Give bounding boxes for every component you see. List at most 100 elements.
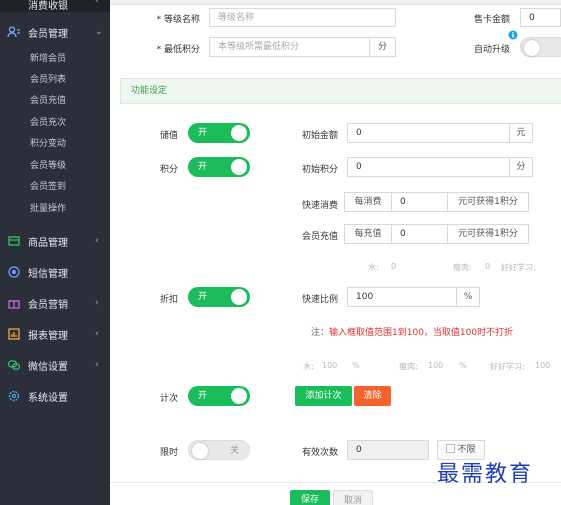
product-value: 100: [428, 361, 444, 370]
toggle-knob: [231, 388, 247, 404]
member-recharge-input[interactable]: 0: [391, 224, 448, 244]
sidebar-item-sms[interactable]: 短信管理: [0, 262, 110, 282]
section-feature-settings: 功能设定: [120, 78, 561, 104]
main-content: * 等级名称 等级名称 售卡金额 0 * 最低积分 本等级所需最低积分 分 自动…: [110, 0, 561, 505]
chevron-left-icon: ‹: [95, 0, 99, 6]
toggle-text: 开: [198, 391, 208, 401]
count-toggle[interactable]: 开: [188, 386, 250, 406]
time-limit-toggle[interactable]: 关: [188, 440, 250, 460]
quick-consume-label: 快速消费: [301, 201, 338, 211]
product-name: 好好学习:: [501, 263, 536, 272]
product-name: 水:: [303, 362, 314, 371]
toggle-knob: [231, 159, 247, 175]
product-value: 100: [535, 361, 551, 370]
card-amount-label: 售卡金额: [473, 15, 510, 25]
init-amount-label: 初始金额: [301, 131, 338, 141]
product-name: 瘦肉:: [453, 263, 472, 272]
clear-button[interactable]: 清除: [354, 386, 391, 406]
init-amount-input[interactable]: 0: [347, 123, 510, 143]
init-points-unit: 分: [509, 157, 533, 177]
sidebar-item-settings[interactable]: 系统设置: [0, 386, 110, 406]
auto-upgrade-toggle[interactable]: [520, 37, 561, 57]
auto-upgrade-label: 自动升级: [473, 45, 510, 55]
add-count-button[interactable]: 添加计次: [295, 386, 352, 406]
quick-consume-input[interactable]: 0: [391, 192, 448, 212]
init-points-input[interactable]: 0: [347, 157, 510, 177]
note-prefix: 注：: [311, 328, 330, 338]
box-icon: [8, 236, 20, 246]
sidebar-subitem-member-recharge[interactable]: 会员充值: [30, 94, 66, 108]
level-name-input[interactable]: 等级名称: [209, 8, 396, 27]
chevron-left-icon: ‹: [95, 298, 99, 308]
product-name: 好好学习:: [490, 362, 525, 371]
product-value: 0: [485, 262, 491, 271]
points-toggle[interactable]: 开: [188, 157, 250, 177]
gift-icon: [8, 300, 20, 309]
chevron-left-icon: ‹: [95, 236, 99, 246]
product-name: 水:: [368, 263, 379, 272]
quick-consume-prefix: 每消费: [344, 192, 392, 212]
sidebar-item-label: 会员管理: [28, 28, 68, 40]
sidebar-item-label: 系统设置: [28, 392, 68, 404]
sidebar-subitem-member-signin[interactable]: 会员签到: [30, 180, 66, 194]
valid-times-label: 有效次数: [301, 448, 338, 458]
note-text: 输入框取值范围1到100，当取值100时不打折: [329, 328, 514, 338]
ratio-label: 快速比例: [301, 295, 338, 305]
sidebar-subitem-member-level[interactable]: 会员等级: [30, 159, 66, 173]
chevron-left-icon: ‹: [95, 329, 99, 339]
discount-label: 折扣: [159, 295, 178, 305]
sidebar-item-checkout[interactable]: 消费收银 ‹: [0, 0, 110, 12]
product-name: 瘦肉:: [399, 362, 418, 371]
sidebar-item-marketing[interactable]: 会员营销 ‹: [0, 293, 110, 313]
time-limit-label: 限时: [159, 448, 178, 458]
stored-value-label: 储值: [159, 131, 178, 141]
sidebar-subitem-points-change[interactable]: 积分变动: [30, 137, 66, 151]
gear-icon: [8, 390, 20, 402]
product-value: 100: [322, 361, 338, 370]
sidebar-subitem-member-count[interactable]: 会员充次: [30, 116, 66, 130]
ratio-input[interactable]: 100: [347, 287, 457, 307]
watermark-text: 最需教育: [437, 462, 534, 487]
sidebar-item-label: 微信设置: [28, 361, 68, 373]
toggle-knob: [192, 443, 208, 459]
sidebar-item-label: 会员营销: [28, 299, 68, 311]
valid-times-input[interactable]: 0: [347, 440, 429, 460]
sidebar-item-reports[interactable]: 报表管理 ‹: [0, 324, 110, 344]
wechat-icon: [7, 360, 21, 370]
min-points-unit: 分: [369, 37, 396, 57]
toggle-text: 开: [198, 292, 208, 302]
card-amount-input[interactable]: 0: [520, 8, 561, 27]
quick-consume-suffix: 元可获得1积分: [447, 192, 529, 212]
stored-value-toggle[interactable]: 开: [188, 123, 250, 143]
init-points-label: 初始积分: [301, 165, 338, 175]
cancel-button[interactable]: 取消: [333, 490, 373, 505]
sidebar-subitem-add-member[interactable]: 新增会员: [30, 52, 66, 66]
discount-toggle[interactable]: 开: [188, 287, 250, 307]
member-recharge-prefix: 每充值: [344, 224, 392, 244]
member-recharge-suffix: 元可获得1积分: [447, 224, 529, 244]
toggle-knob: [231, 289, 247, 305]
sidebar-item-wechat[interactable]: 微信设置 ‹: [0, 355, 110, 375]
product-value: 0: [391, 262, 397, 271]
sidebar-item-label: 报表管理: [28, 330, 68, 342]
sidebar-item-label: 短信管理: [28, 268, 68, 280]
product-unit: %: [459, 361, 467, 370]
toggle-text: 开: [198, 162, 208, 172]
sidebar-subitem-batch[interactable]: 批量操作: [30, 202, 66, 216]
info-icon: [508, 30, 518, 40]
user-icon: [7, 26, 20, 38]
save-button[interactable]: 保存: [290, 490, 330, 505]
sidebar: 消费收银 ‹ 会员管理 ⌄ 新增会员 会员列表 会员充值 会员充次 积分变动 会…: [0, 0, 110, 505]
sidebar-subitem-member-list[interactable]: 会员列表: [30, 73, 66, 87]
ratio-unit: %: [456, 287, 480, 307]
toggle-knob: [231, 125, 247, 141]
checkbox-icon: [446, 444, 456, 453]
sidebar-item-member-mgmt[interactable]: 会员管理 ⌄: [0, 22, 110, 42]
member-recharge-label: 会员充值: [301, 232, 338, 242]
chevron-down-icon: ⌄: [95, 27, 103, 37]
level-name-label: * 等级名称: [156, 15, 200, 25]
min-points-input[interactable]: 本等级所需最低积分: [209, 37, 370, 57]
no-limit-label: 不限: [457, 445, 476, 455]
sidebar-item-goods[interactable]: 商品管理 ‹: [0, 231, 110, 251]
product-unit: %: [352, 361, 360, 370]
